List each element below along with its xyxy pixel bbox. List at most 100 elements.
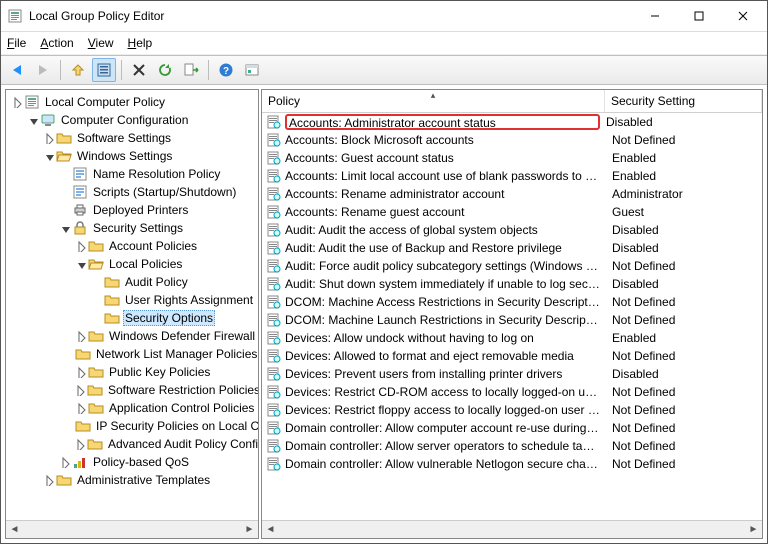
menubar: File Action View Help — [1, 32, 767, 55]
policy-row[interactable]: Domain controller: Allow server operator… — [262, 437, 762, 455]
tree-name-resolution-policy[interactable]: Name Resolution Policy — [6, 165, 258, 183]
policy-row[interactable]: Accounts: Rename guest accountGuest — [262, 203, 762, 221]
policy-row[interactable]: Domain controller: Allow vulnerable Netl… — [262, 455, 762, 473]
app-icon — [7, 8, 23, 24]
policy-row[interactable]: Devices: Restrict floppy access to local… — [262, 401, 762, 419]
policy-row[interactable]: Devices: Restrict CD-ROM access to local… — [262, 383, 762, 401]
help-button[interactable] — [214, 58, 238, 82]
expand-closed-icon[interactable] — [74, 438, 86, 451]
tree-label: Policy-based QoS — [91, 455, 191, 469]
expand-closed-icon[interactable] — [74, 240, 87, 253]
qos-icon — [72, 454, 88, 470]
expand-open-icon[interactable] — [74, 258, 87, 271]
expand-open-icon[interactable] — [26, 114, 39, 127]
tree-user-rights-assignment[interactable]: User Rights Assignment — [6, 291, 258, 309]
tree-software-settings[interactable]: Software Settings — [6, 129, 258, 147]
expand-closed-icon[interactable] — [42, 132, 55, 145]
tree-deployed-printers[interactable]: Deployed Printers — [6, 201, 258, 219]
refresh-button[interactable] — [153, 58, 177, 82]
policy-name: Audit: Force audit policy subcategory se… — [285, 259, 606, 273]
policy-row[interactable]: DCOM: Machine Access Restrictions in Sec… — [262, 293, 762, 311]
policy-setting: Administrator — [606, 187, 762, 201]
forward-button[interactable] — [31, 58, 55, 82]
export-button[interactable] — [179, 58, 203, 82]
scroll-right-icon[interactable]: ► — [241, 521, 258, 538]
policy-row[interactable]: Audit: Shut down system immediately if u… — [262, 275, 762, 293]
back-button[interactable] — [5, 58, 29, 82]
col-policy[interactable]: Policy ▴ — [262, 90, 605, 112]
tree-security-settings[interactable]: Security Settings — [6, 219, 258, 237]
col-setting[interactable]: Security Setting — [605, 90, 762, 112]
expand-closed-icon[interactable] — [42, 474, 55, 487]
policy-row[interactable]: Accounts: Rename administrator accountAd… — [262, 185, 762, 203]
policy-row[interactable]: Audit: Audit the access of global system… — [262, 221, 762, 239]
tree-software-restriction[interactable]: Software Restriction Policies — [6, 381, 258, 399]
tree-scripts[interactable]: Scripts (Startup/Shutdown) — [6, 183, 258, 201]
policy-name: Domain controller: Allow server operator… — [285, 439, 606, 453]
policy-icon — [266, 420, 282, 436]
tree-root[interactable]: Local Computer Policy — [6, 93, 258, 111]
list-hscrollbar[interactable]: ◄ ► — [262, 520, 762, 538]
policy-row[interactable]: Accounts: Guest account statusEnabled — [262, 149, 762, 167]
expand-open-icon[interactable] — [58, 222, 71, 235]
menu-view[interactable]: View — [88, 36, 114, 50]
policy-row[interactable]: DCOM: Machine Launch Restrictions in Sec… — [262, 311, 762, 329]
tree-network-list-manager[interactable]: Network List Manager Policies — [6, 345, 258, 363]
delete-button[interactable] — [127, 58, 151, 82]
policy-row[interactable]: Devices: Allowed to format and eject rem… — [262, 347, 762, 365]
scroll-left-icon[interactable]: ◄ — [6, 521, 23, 538]
tree-windows-defender-firewall[interactable]: Windows Defender Firewall — [6, 327, 258, 345]
tree-account-policies[interactable]: Account Policies — [6, 237, 258, 255]
tree-advanced-audit[interactable]: Advanced Audit Policy Configuration — [6, 435, 258, 453]
menu-action[interactable]: Action — [40, 36, 73, 50]
maximize-button[interactable] — [677, 2, 721, 30]
tree-admin-templates[interactable]: Administrative Templates — [6, 471, 258, 489]
expand-open-icon[interactable] — [42, 150, 55, 163]
expand-closed-icon[interactable] — [58, 456, 71, 469]
show-hide-tree-button[interactable] — [92, 58, 116, 82]
tree-ip-security[interactable]: IP Security Policies on Local Computer — [6, 417, 258, 435]
policy-row[interactable]: Accounts: Administrator account statusDi… — [262, 113, 762, 131]
options-button[interactable] — [240, 58, 264, 82]
policy-list[interactable]: Accounts: Administrator account statusDi… — [262, 113, 762, 520]
tree-local-policies[interactable]: Local Policies — [6, 255, 258, 273]
tree-computer-configuration[interactable]: Computer Configuration — [6, 111, 258, 129]
tree-audit-policy[interactable]: Audit Policy — [6, 273, 258, 291]
close-button[interactable] — [721, 2, 765, 30]
tree-label: Software Settings — [75, 131, 173, 145]
sort-asc-icon: ▴ — [431, 90, 436, 101]
expand-closed-icon[interactable] — [74, 366, 87, 379]
policy-row[interactable]: Accounts: Limit local account use of bla… — [262, 167, 762, 185]
policy-name: Accounts: Administrator account status — [285, 114, 600, 130]
expand-closed-icon[interactable] — [74, 402, 87, 415]
scroll-right-icon[interactable]: ► — [745, 521, 762, 538]
tree-pane: Local Computer PolicyComputer Configurat… — [5, 89, 259, 539]
menu-file[interactable]: File — [7, 36, 26, 50]
tree-windows-settings[interactable]: Windows Settings — [6, 147, 258, 165]
tree-security-options[interactable]: Security Options — [6, 309, 258, 327]
minimize-button[interactable] — [633, 2, 677, 30]
tree-public-key-policies[interactable]: Public Key Policies — [6, 363, 258, 381]
policy-row[interactable]: Audit: Audit the use of Backup and Resto… — [262, 239, 762, 257]
tree-application-control[interactable]: Application Control Policies — [6, 399, 258, 417]
up-button[interactable] — [66, 58, 90, 82]
policy-setting: Enabled — [606, 169, 762, 183]
policy-row[interactable]: Devices: Allow undock without having to … — [262, 329, 762, 347]
scroll-left-icon[interactable]: ◄ — [262, 521, 279, 538]
col-setting-label: Security Setting — [611, 94, 695, 108]
folder-icon — [75, 418, 91, 434]
expand-closed-icon[interactable] — [74, 330, 87, 343]
expand-closed-icon[interactable] — [74, 384, 86, 397]
policy-row[interactable]: Devices: Prevent users from installing p… — [262, 365, 762, 383]
script-icon — [72, 166, 88, 182]
menu-help[interactable]: Help — [128, 36, 153, 50]
policy-row[interactable]: Domain controller: Allow computer accoun… — [262, 419, 762, 437]
list-pane: Policy ▴ Security Setting Accounts: Admi… — [261, 89, 763, 539]
expand-closed-icon[interactable] — [10, 96, 23, 109]
tree-hscrollbar[interactable]: ◄ ► — [6, 520, 258, 538]
tree-label: Advanced Audit Policy Configuration — [106, 437, 258, 451]
policy-row[interactable]: Accounts: Block Microsoft accountsNot De… — [262, 131, 762, 149]
policy-row[interactable]: Audit: Force audit policy subcategory se… — [262, 257, 762, 275]
tree[interactable]: Local Computer PolicyComputer Configurat… — [6, 90, 258, 520]
tree-policy-qos[interactable]: Policy-based QoS — [6, 453, 258, 471]
